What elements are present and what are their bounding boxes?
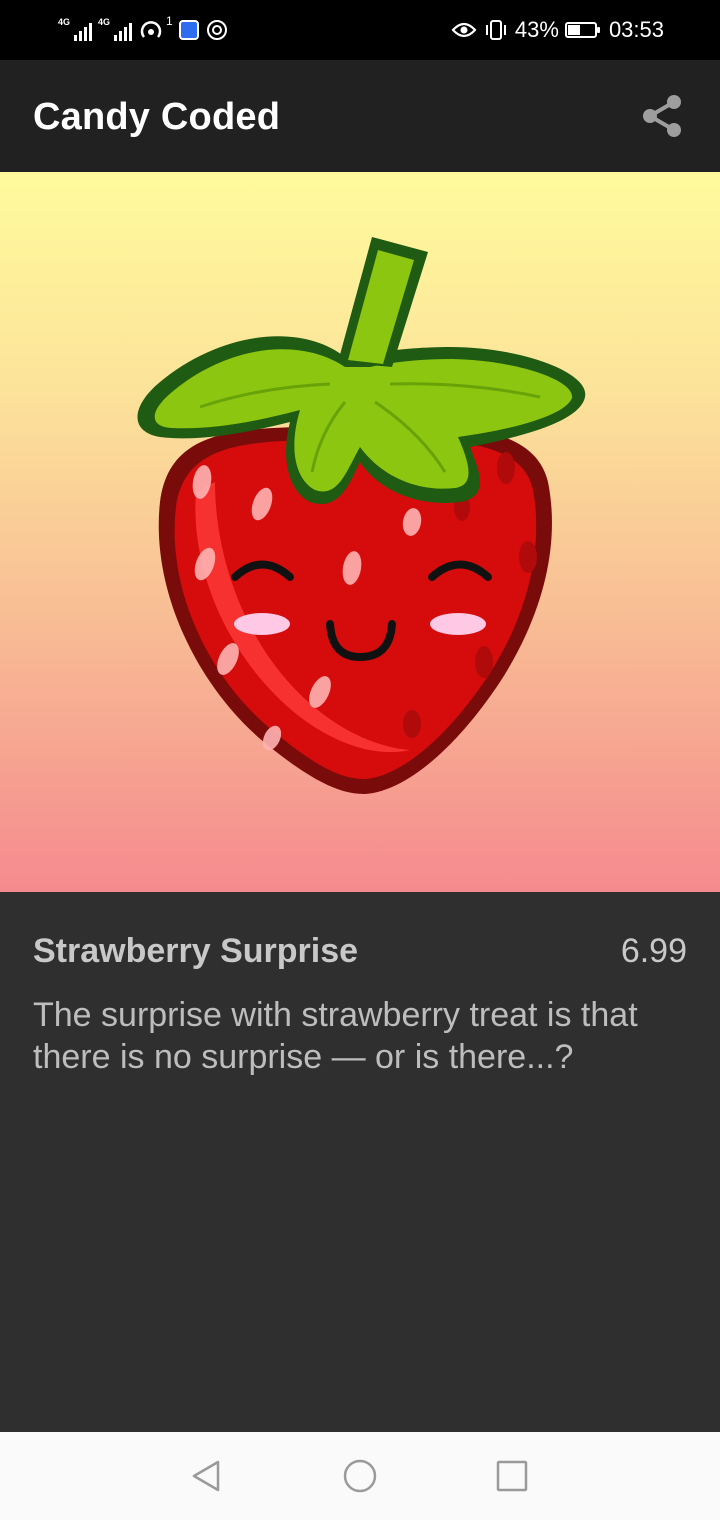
cell-signal-icon-2: 4G: [98, 17, 132, 43]
share-button[interactable]: [636, 90, 688, 142]
strawberry-illustration: [137, 237, 586, 794]
recents-button[interactable]: [494, 1458, 530, 1494]
recents-square-icon: [496, 1460, 528, 1492]
product-description: The surprise with strawberry treat is th…: [33, 996, 638, 1076]
network-type-label-2: 4G: [98, 17, 111, 27]
nfc-icon: [206, 20, 227, 40]
back-triangle-icon: [192, 1460, 220, 1492]
home-circle-icon: [343, 1459, 377, 1493]
status-icons-right: 43% 03:53: [451, 14, 664, 46]
status-bar: 4G 4G 1 43% 03:53: [0, 0, 720, 60]
notification-count: 1: [166, 14, 173, 28]
app-title: Candy Coded: [33, 96, 281, 138]
app-bar: Candy Coded: [0, 60, 720, 172]
status-icons-left: 4G 4G 1: [58, 14, 229, 46]
cell-signal-icon: 4G: [58, 17, 92, 43]
shield-icon: [178, 20, 199, 40]
battery-icon: [564, 22, 600, 38]
hotspot-icon: [140, 21, 162, 38]
clock: 03:53: [608, 17, 664, 42]
app-screen: 4G 4G 1 43% 03:53 Candy Coded Strawberry…: [0, 0, 720, 1520]
home-button[interactable]: [342, 1458, 378, 1494]
share-icon: [643, 95, 681, 137]
product-price: 6.99: [620, 932, 687, 970]
product-details: Strawberry Surprise 6.99 The surprise wi…: [0, 892, 720, 1432]
battery-percent: 43%: [514, 17, 559, 42]
product-image: [0, 172, 720, 892]
vibrate-icon: [485, 20, 506, 40]
network-type-label: 4G: [58, 17, 71, 27]
product-name: Strawberry Surprise: [33, 932, 359, 970]
back-button[interactable]: [188, 1458, 224, 1494]
system-nav-bar: [0, 1432, 720, 1520]
eye-comfort-icon: [451, 22, 477, 38]
